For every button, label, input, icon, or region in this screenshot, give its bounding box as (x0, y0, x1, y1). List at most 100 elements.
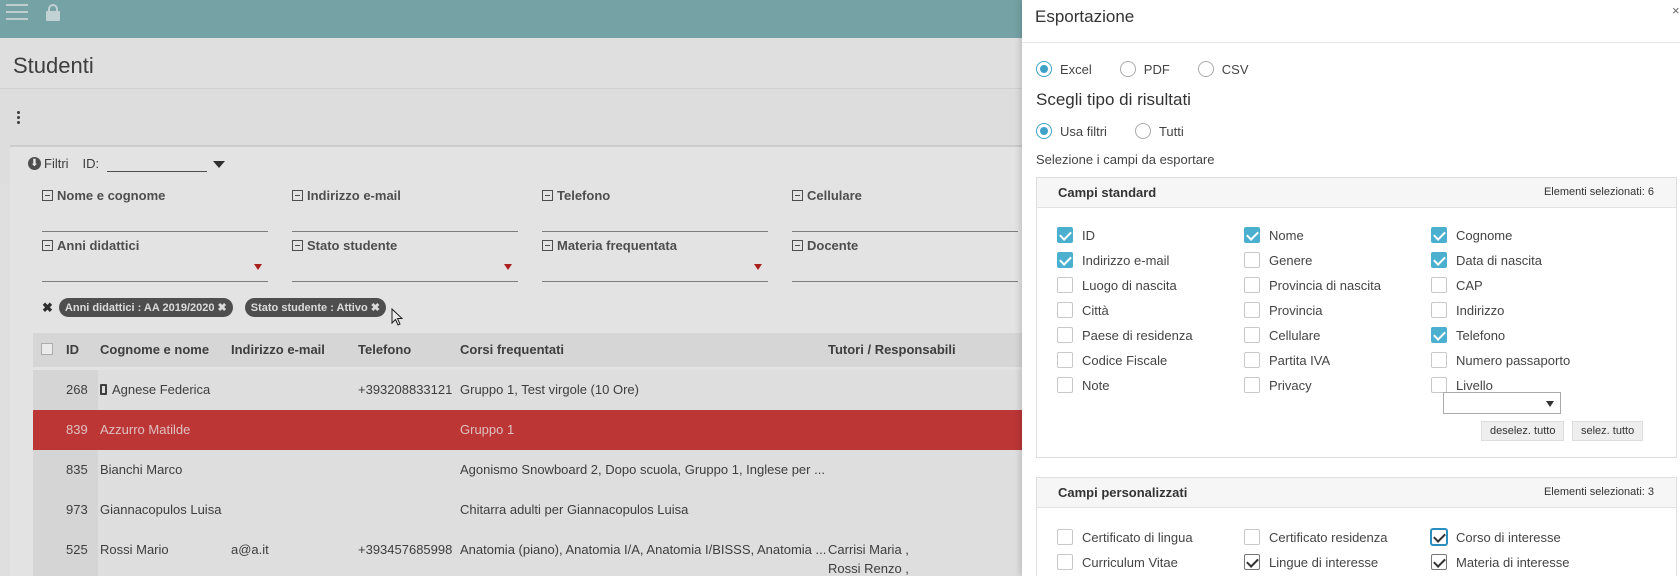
checkbox-box[interactable] (1244, 252, 1260, 268)
checkbox-box[interactable] (1244, 327, 1260, 343)
checkbox-telefono[interactable]: Telefono (1431, 327, 1505, 343)
result-type-radio-group: Usa filtri Tutti (1036, 123, 1212, 139)
checkbox-id[interactable]: ID (1057, 227, 1095, 243)
checkbox-label: Genere (1269, 252, 1313, 268)
checkbox-curriculum-vitae[interactable]: Curriculum Vitae (1057, 554, 1178, 570)
radio-tutti[interactable]: Tutti (1134, 123, 1184, 139)
checkbox-box[interactable] (1244, 227, 1260, 243)
checkbox-label: Numero passaporto (1456, 352, 1571, 368)
checkbox-box[interactable] (1057, 252, 1073, 268)
checkbox-cellulare[interactable]: Cellulare (1244, 327, 1320, 343)
checkbox-label: Codice Fiscale (1082, 352, 1168, 368)
radio-csv[interactable]: CSV (1197, 61, 1249, 77)
checkbox-box[interactable] (1244, 554, 1260, 570)
modal-overlay[interactable] (0, 0, 1022, 576)
radio-pdf[interactable]: PDF (1119, 61, 1170, 77)
checkbox-note[interactable]: Note (1057, 377, 1109, 393)
checkbox-box[interactable] (1431, 302, 1447, 318)
checkbox-box[interactable] (1431, 227, 1447, 243)
checkbox-box[interactable] (1431, 377, 1447, 393)
checkbox-indirizzo[interactable]: Indirizzo (1431, 302, 1504, 318)
checkbox-label: Paese di residenza (1082, 327, 1193, 343)
checkbox-luogo-nascita[interactable]: Luogo di nascita (1057, 277, 1177, 293)
radio-dot[interactable] (1036, 123, 1052, 139)
checkbox-email[interactable]: Indirizzo e-mail (1057, 252, 1169, 268)
checkbox-materia-interesse[interactable]: Materia di interesse (1431, 554, 1569, 570)
checkbox-label: Corso di interesse (1456, 529, 1561, 545)
checkbox-certificato-residenza[interactable]: Certificato residenza (1244, 529, 1388, 545)
radio-label: CSV (1221, 61, 1249, 77)
checkbox-label: Indirizzo (1456, 302, 1505, 318)
checkbox-box[interactable] (1244, 277, 1260, 293)
checkbox-label: Provincia (1269, 302, 1323, 318)
checkbox-box[interactable] (1057, 529, 1073, 545)
checkbox-corso-interesse[interactable]: Corso di interesse (1431, 529, 1561, 545)
checkbox-box[interactable] (1057, 352, 1073, 368)
custom-fields-box: Campi personalizzati Elementi selezionat… (1036, 477, 1677, 576)
radio-dot[interactable] (1197, 61, 1214, 77)
checkbox-privacy[interactable]: Privacy (1244, 377, 1312, 393)
checkbox-box[interactable] (1057, 554, 1073, 570)
checkbox-box[interactable] (1057, 227, 1073, 243)
close-icon[interactable]: × (1672, 3, 1680, 18)
checkbox-lingue-interesse[interactable]: Lingue di interesse (1244, 554, 1378, 570)
custom-fields-count: Elementi selezionati: 3 (1543, 486, 1654, 498)
checkbox-citta[interactable]: Città (1057, 302, 1109, 318)
livello-select[interactable] (1443, 392, 1561, 414)
checkbox-box[interactable] (1431, 327, 1447, 343)
radio-label: PDF (1143, 61, 1170, 77)
checkbox-box[interactable] (1431, 277, 1447, 293)
radio-dot[interactable] (1134, 123, 1151, 139)
checkbox-nome[interactable]: Nome (1244, 227, 1304, 243)
checkbox-cognome[interactable]: Cognome (1431, 227, 1512, 243)
checkbox-box[interactable] (1244, 302, 1260, 318)
radio-usa-filtri[interactable]: Usa filtri (1036, 123, 1107, 139)
format-radio-group: Excel PDF CSV (1036, 61, 1277, 77)
checkbox-label: Provincia di nascita (1269, 277, 1381, 293)
checkbox-label: Materia di interesse (1456, 554, 1570, 570)
checkbox-label: ID (1082, 227, 1095, 243)
checkbox-label: Curriculum Vitae (1082, 554, 1178, 570)
checkbox-codice-fiscale[interactable]: Codice Fiscale (1057, 352, 1167, 368)
checkbox-label: Certificato residenza (1269, 529, 1388, 545)
checkbox-box[interactable] (1431, 529, 1447, 545)
checkbox-partita-iva[interactable]: Partita IVA (1244, 352, 1330, 368)
checkbox-livello[interactable]: Livello (1431, 377, 1493, 393)
checkbox-label: Luogo di nascita (1082, 277, 1177, 293)
export-panel: Esportazione × Excel PDF CSV Scegli tipo… (1022, 0, 1680, 576)
checkbox-numero-passaporto[interactable]: Numero passaporto (1431, 352, 1570, 368)
export-title: Esportazione (1035, 7, 1135, 26)
checkbox-paese-residenza[interactable]: Paese di residenza (1057, 327, 1193, 343)
checkbox-box[interactable] (1244, 529, 1260, 545)
checkbox-box[interactable] (1431, 352, 1447, 368)
export-panel-header: Esportazione × (1022, 0, 1680, 43)
radio-label: Usa filtri (1060, 123, 1107, 139)
checkbox-box[interactable] (1057, 327, 1073, 343)
standard-fields-list: ID Nome Cognome Indirizzo e-mail Genere … (1037, 178, 1676, 457)
checkbox-certificato-lingua[interactable]: Certificato di lingua (1057, 529, 1193, 545)
deselect-all-button[interactable]: deselez. tutto (1481, 421, 1565, 441)
checkbox-box[interactable] (1244, 377, 1260, 393)
checkbox-label: Lingue di interesse (1269, 554, 1379, 570)
checkbox-box[interactable] (1431, 252, 1447, 268)
radio-excel[interactable]: Excel (1036, 61, 1092, 77)
checkbox-box[interactable] (1431, 554, 1447, 570)
custom-fields-title: Campi personalizzati (1058, 485, 1188, 500)
checkbox-provincia-nascita[interactable]: Provincia di nascita (1244, 277, 1381, 293)
checkbox-box[interactable] (1057, 377, 1073, 393)
checkbox-box[interactable] (1244, 352, 1260, 368)
result-type-title: Scegli tipo di risultati (1036, 90, 1191, 109)
radio-label: Tutti (1158, 123, 1184, 139)
checkbox-provincia[interactable]: Provincia (1244, 302, 1322, 318)
checkbox-box[interactable] (1057, 277, 1073, 293)
radio-dot[interactable] (1119, 61, 1136, 77)
checkbox-label: Certificato di lingua (1082, 529, 1193, 545)
checkbox-box[interactable] (1057, 302, 1073, 318)
select-fields-text: Selezione i campi da esportare (1036, 152, 1215, 167)
checkbox-cap[interactable]: CAP (1431, 277, 1483, 293)
checkbox-data-nascita[interactable]: Data di nascita (1431, 252, 1542, 268)
checkbox-genere[interactable]: Genere (1244, 252, 1312, 268)
app-root: Studenti ⬇ Filtri ID: Nome e cognome Ind… (0, 0, 1680, 576)
radio-dot[interactable] (1036, 61, 1052, 77)
select-all-button[interactable]: selez. tutto (1572, 421, 1644, 441)
